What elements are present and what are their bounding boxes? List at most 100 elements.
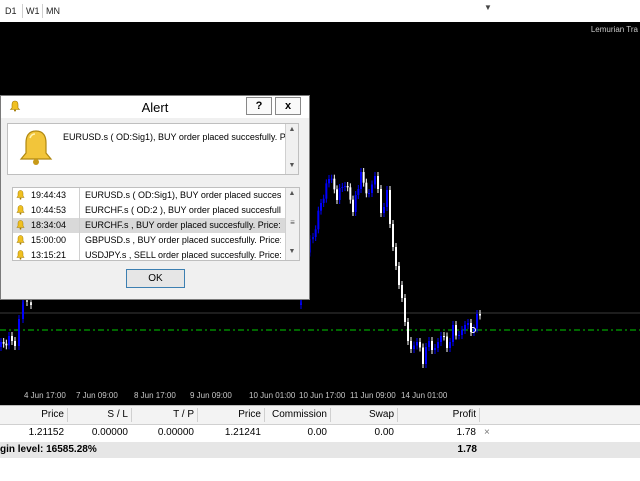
alert-message-box: EURUSD.s ( OD:Sig1), BUY order placed su… <box>7 123 299 175</box>
alert-time: 19:44:43 <box>31 190 67 200</box>
candle-body <box>330 178 333 180</box>
scroll-down-icon[interactable]: ▼ <box>286 162 298 169</box>
table-cell: 0.00000 <box>157 427 194 438</box>
column-divider <box>79 188 80 203</box>
candle-body <box>11 336 13 341</box>
scroll-grip-icon[interactable]: ≡ <box>288 218 297 228</box>
candle-body <box>404 298 406 322</box>
column-header[interactable]: Price <box>201 409 261 420</box>
candle-body <box>365 182 368 194</box>
candle-body <box>322 198 325 203</box>
candle-body <box>312 237 314 240</box>
list-item[interactable]: 15:00:00 GBPUSD.s , BUY order placed succ… <box>13 233 285 248</box>
alert-row-message: GBPUSD.s , BUY order placed succesfully.… <box>85 235 281 245</box>
candle-body <box>8 336 10 346</box>
table-cell: 1.21241 <box>224 427 261 438</box>
indicator-label: Lemurian Tra <box>590 25 638 34</box>
candle-body <box>455 325 457 336</box>
candle-body <box>386 190 388 207</box>
candle-body <box>464 325 466 330</box>
scroll-down-icon[interactable]: ▼ <box>286 248 298 255</box>
candle-body <box>431 341 433 350</box>
ok-button[interactable]: OK <box>126 269 185 288</box>
timeframe-d1[interactable]: D1 <box>2 4 20 18</box>
help-button[interactable]: ? <box>246 97 272 115</box>
table-cell: 1.21152 <box>28 427 64 438</box>
candle-body <box>422 347 424 364</box>
candle-body <box>338 188 341 200</box>
axis-date-label: 10 Jun 01:00 <box>249 391 296 400</box>
axis-date-label: 8 Jun 17:00 <box>134 391 176 400</box>
list-item[interactable]: 13:15:21 USDJPY.s , SELL order placed suc… <box>13 248 285 260</box>
column-divider <box>79 233 80 248</box>
candle-body <box>362 172 365 183</box>
candle-body <box>30 302 32 305</box>
candle-body <box>317 210 320 230</box>
candle-body <box>2 342 5 344</box>
candle-body <box>14 341 16 346</box>
column-divider <box>79 203 80 218</box>
close-order-icon[interactable]: × <box>484 427 490 438</box>
alert-row-message: EURCHF.s ( OD:2 ), BUY order placed succ… <box>85 205 281 215</box>
scroll-up-icon[interactable]: ▲ <box>286 190 298 197</box>
column-header[interactable]: Price <box>4 409 64 420</box>
alert-titlebar[interactable]: Alert ? x <box>1 96 309 118</box>
scroll-up-icon[interactable]: ▲ <box>286 126 298 133</box>
candle-body <box>392 224 394 247</box>
bell-icon <box>16 205 25 215</box>
candle-body <box>476 314 478 329</box>
column-divider <box>79 218 80 233</box>
candle-body <box>380 189 382 213</box>
candle-body <box>346 186 349 188</box>
candle-body <box>449 342 451 348</box>
column-header[interactable]: T / P <box>134 409 194 420</box>
column-header[interactable]: S / L <box>68 409 128 420</box>
trade-terminal: Price S / LT / P Price Commission Swap Profit… <box>0 405 640 481</box>
close-button[interactable]: x <box>275 97 301 115</box>
column-header[interactable]: Commission <box>263 409 327 420</box>
alert-time: 10:44:53 <box>31 205 67 215</box>
list-item[interactable]: 10:44:53 EURCHF.s ( OD:2 ), BUY order pla… <box>13 203 285 218</box>
axis-date-label: 11 Jun 09:00 <box>350 391 396 400</box>
alert-row-message: EURCHF.s , BUY order placed succesfully.… <box>85 220 281 230</box>
candle-body <box>0 342 2 347</box>
candle-body <box>416 342 418 346</box>
table-cell: 0.00 <box>307 427 327 438</box>
candle-body <box>419 342 421 348</box>
column-divider <box>79 248 80 260</box>
history-scrollbar[interactable]: ▲ ≡ ▼ <box>285 188 299 260</box>
candle-body <box>428 341 430 347</box>
candle-body <box>325 183 328 199</box>
candle-body <box>371 184 373 193</box>
candle-body <box>437 342 439 348</box>
list-item[interactable]: 18:34:04 EURCHF.s , BUY order placed succ… <box>13 218 285 233</box>
message-scrollbar[interactable]: ▲ ▼ <box>285 124 298 174</box>
candle-body <box>461 330 463 335</box>
candle-body <box>377 176 379 189</box>
candle-body <box>360 172 362 189</box>
column-header[interactable]: Swap <box>334 409 394 420</box>
alert-message: EURUSD.s ( OD:Sig1), BUY order placed su… <box>63 132 287 142</box>
candle-body <box>440 336 442 342</box>
table-cell: 0.00000 <box>91 427 128 438</box>
candle-body <box>314 229 317 237</box>
total-profit: 1.78 <box>457 444 477 455</box>
candle-body <box>395 247 397 266</box>
alert-row-message: EURUSD.s ( OD:Sig1), BUY order placed su… <box>85 190 281 200</box>
axis-date-label: 14 Jun 01:00 <box>401 391 448 400</box>
column-header[interactable]: Profit <box>416 409 476 420</box>
timeframe-w1[interactable]: W1 <box>22 4 43 18</box>
candle-body <box>354 195 357 212</box>
list-item[interactable]: 19:44:43 EURUSD.s ( OD:Sig1), BUY order p… <box>13 188 285 203</box>
table-row[interactable]: × 1.21152 0.00000 0.00000 1.21241 0.00 0.00 1.… <box>0 425 640 441</box>
axis-date-label: 10 Jun 17:00 <box>299 391 346 400</box>
candle-body <box>452 325 454 342</box>
chevron-down-icon[interactable]: ▼ <box>484 3 492 12</box>
bell-icon <box>16 220 25 230</box>
candle-body <box>320 203 322 211</box>
candle-body <box>446 336 448 348</box>
timeframe-mn[interactable]: MN <box>42 4 63 18</box>
candle-body <box>336 189 338 200</box>
alert-time: 18:34:04 <box>31 220 67 230</box>
candle-body <box>374 176 376 185</box>
